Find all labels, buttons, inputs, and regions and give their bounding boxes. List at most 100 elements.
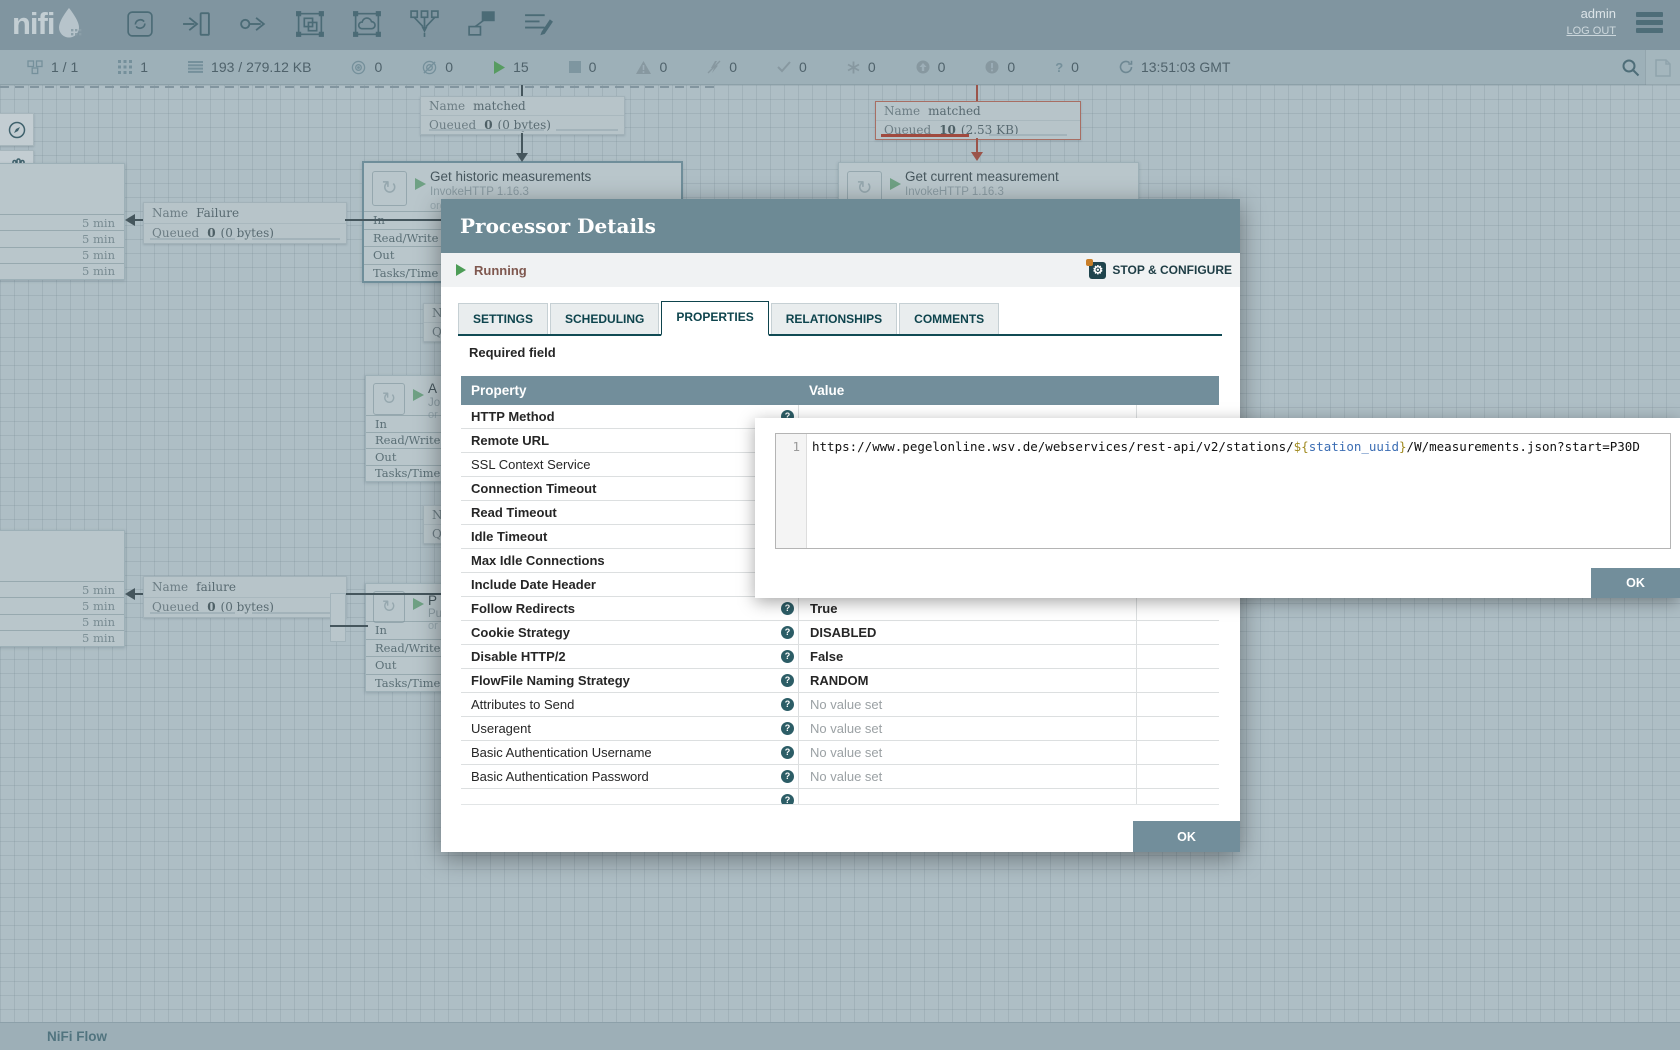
property-actions	[1136, 597, 1219, 620]
help-icon[interactable]: ?	[781, 698, 794, 711]
toolbox-label-icon[interactable]	[523, 10, 554, 39]
property-value[interactable]	[798, 789, 1136, 805]
toolbox-funnel-icon[interactable]	[409, 10, 440, 39]
property-name: Follow Redirects	[461, 601, 777, 616]
canvas-fragment	[330, 593, 346, 642]
help-icon[interactable]: ?	[781, 770, 794, 783]
property-help: ?	[777, 602, 798, 615]
connection-line	[976, 85, 978, 101]
property-value[interactable]: RANDOM	[798, 669, 1136, 692]
status-threads-value: 1	[140, 59, 148, 75]
status-item-running: 15	[493, 59, 529, 75]
status-refresh-icon	[1119, 60, 1133, 74]
stop-configure-button[interactable]: ⚙ STOP & CONFIGURE	[1089, 253, 1232, 287]
processor-offscreen-left-lower[interactable]: In5 minRead/Write5 minOut5 minTasks/Time…	[0, 530, 125, 647]
status-stale-value: 0	[938, 59, 946, 75]
url-segment-attribute: station_uuid	[1309, 439, 1399, 454]
connection-name-value: failure	[196, 580, 236, 594]
property-help: ?	[777, 746, 798, 759]
stat-label: Read/Write	[373, 231, 438, 245]
editor-code-line[interactable]: https://www.pegelonline.wsv.de/webservic…	[807, 434, 1670, 548]
toolbox-process-group-icon[interactable]	[295, 10, 326, 39]
property-column-header: Property	[461, 383, 798, 398]
processor-type: InvokeHTTP 1.16.3	[430, 186, 677, 198]
breadcrumb-root[interactable]: NiFi Flow	[47, 1023, 107, 1050]
editor-ok-button[interactable]: OK	[1591, 568, 1680, 598]
connection-label-failure-upper[interactable]: NameFailure Queued0(0 bytes)	[143, 202, 347, 244]
property-help: ?	[777, 794, 798, 805]
property-value[interactable]: No value set	[798, 741, 1136, 764]
property-row: Cookie Strategy? DISABLED	[461, 621, 1219, 645]
url-segment-plain: https://www.pegelonline.wsv.de/webservic…	[812, 439, 1294, 454]
toolbox-remote-process-group-icon[interactable]	[352, 10, 383, 39]
stat-value: 5 min	[82, 248, 115, 262]
dialog-ok-button[interactable]: OK	[1133, 821, 1240, 852]
value-column-header: Value	[798, 383, 1136, 398]
dialog-status-row: Running ⚙ STOP & CONFIGURE	[441, 253, 1240, 287]
search-icon[interactable]	[1621, 58, 1640, 82]
toolbox-processor-icon[interactable]	[124, 10, 155, 39]
help-icon[interactable]: ?	[781, 674, 794, 687]
property-value[interactable]: No value set	[798, 765, 1136, 788]
property-help: ?	[777, 722, 798, 735]
help-icon[interactable]: ?	[781, 602, 794, 615]
property-value[interactable]: False	[798, 645, 1136, 668]
status-refresh-value: 13:51:03 GMT	[1141, 59, 1231, 75]
property-value[interactable]: True	[798, 597, 1136, 620]
property-value[interactable]: DISABLED	[798, 621, 1136, 644]
connection-label-matched-historic[interactable]: Namematched Queued0(0 bytes)	[420, 96, 625, 135]
tab-scheduling[interactable]: SCHEDULING	[550, 303, 659, 334]
stat-label: Tasks/Time	[375, 676, 440, 690]
navigate-palette-button[interactable]	[0, 113, 34, 146]
properties-table-header: Property Value	[461, 376, 1219, 405]
stat-label: Tasks/Time	[375, 466, 440, 480]
run-status-icon	[415, 178, 426, 190]
property-name: Basic Authentication Password	[461, 769, 777, 784]
global-menu-icon[interactable]	[1636, 12, 1663, 36]
status-item-disabled: 0	[707, 59, 737, 75]
help-icon[interactable]: ?	[781, 626, 794, 639]
help-icon[interactable]: ?	[781, 794, 794, 805]
tab-settings[interactable]: SETTINGS	[458, 303, 548, 334]
connection-arrow	[516, 153, 528, 162]
queue-percent-bar	[252, 238, 340, 240]
stat-label: Out	[375, 450, 396, 464]
property-name: SSL Context Service	[461, 457, 777, 472]
property-name: Max Idle Connections	[461, 553, 777, 568]
toolbox-template-icon[interactable]	[466, 10, 497, 39]
tab-comments[interactable]: COMMENTS	[899, 303, 999, 334]
toolbox-output-port-icon[interactable]	[238, 10, 269, 39]
property-name: HTTP Method	[461, 409, 777, 424]
status-not-transmitting-value: 0	[445, 59, 453, 75]
property-name: Cookie Strategy	[461, 625, 777, 640]
toolbox-input-port-icon[interactable]	[181, 10, 212, 39]
stat-value: 5 min	[82, 264, 115, 278]
status-disabled-value: 0	[729, 59, 737, 75]
property-help: ?	[777, 674, 798, 687]
help-icon[interactable]: ?	[781, 722, 794, 735]
connection-name-label: Name	[884, 104, 920, 118]
property-value[interactable]: No value set	[798, 717, 1136, 740]
property-actions	[1136, 765, 1219, 788]
status-item-locally-modified-stale: 0	[985, 59, 1015, 75]
logout-link[interactable]: LOG OUT	[1566, 25, 1616, 37]
connection-name-label: Name	[152, 580, 188, 594]
status-queued-icon	[188, 61, 203, 73]
flow-settings-button[interactable]	[1645, 50, 1680, 85]
status-locally-modified-stale-value: 0	[1007, 59, 1015, 75]
help-icon[interactable]: ?	[781, 650, 794, 663]
run-status-icon	[890, 178, 901, 190]
property-value[interactable]: No value set	[798, 693, 1136, 716]
processor-stat-row: Out5 min	[0, 247, 124, 263]
stat-value: 5 min	[82, 583, 115, 597]
run-status-icon	[413, 598, 424, 610]
status-up-to-date-icon	[777, 61, 791, 73]
connection-label-failure-lower[interactable]: Namefailure Queued0(0 bytes)	[143, 576, 347, 618]
tab-properties[interactable]: PROPERTIES	[661, 301, 768, 336]
processor-offscreen-left-upper[interactable]: In5 minRead/Write5 minOut5 minTasks/Time…	[0, 163, 125, 280]
tab-relationships[interactable]: RELATIONSHIPS	[771, 303, 897, 334]
help-icon[interactable]: ?	[781, 746, 794, 759]
connection-label-matched-current[interactable]: Namematched Queued10(2.53 KB)	[875, 101, 1081, 140]
nifi-logo-text: nifi	[12, 7, 55, 41]
property-value-placeholder: No value set	[810, 721, 882, 736]
